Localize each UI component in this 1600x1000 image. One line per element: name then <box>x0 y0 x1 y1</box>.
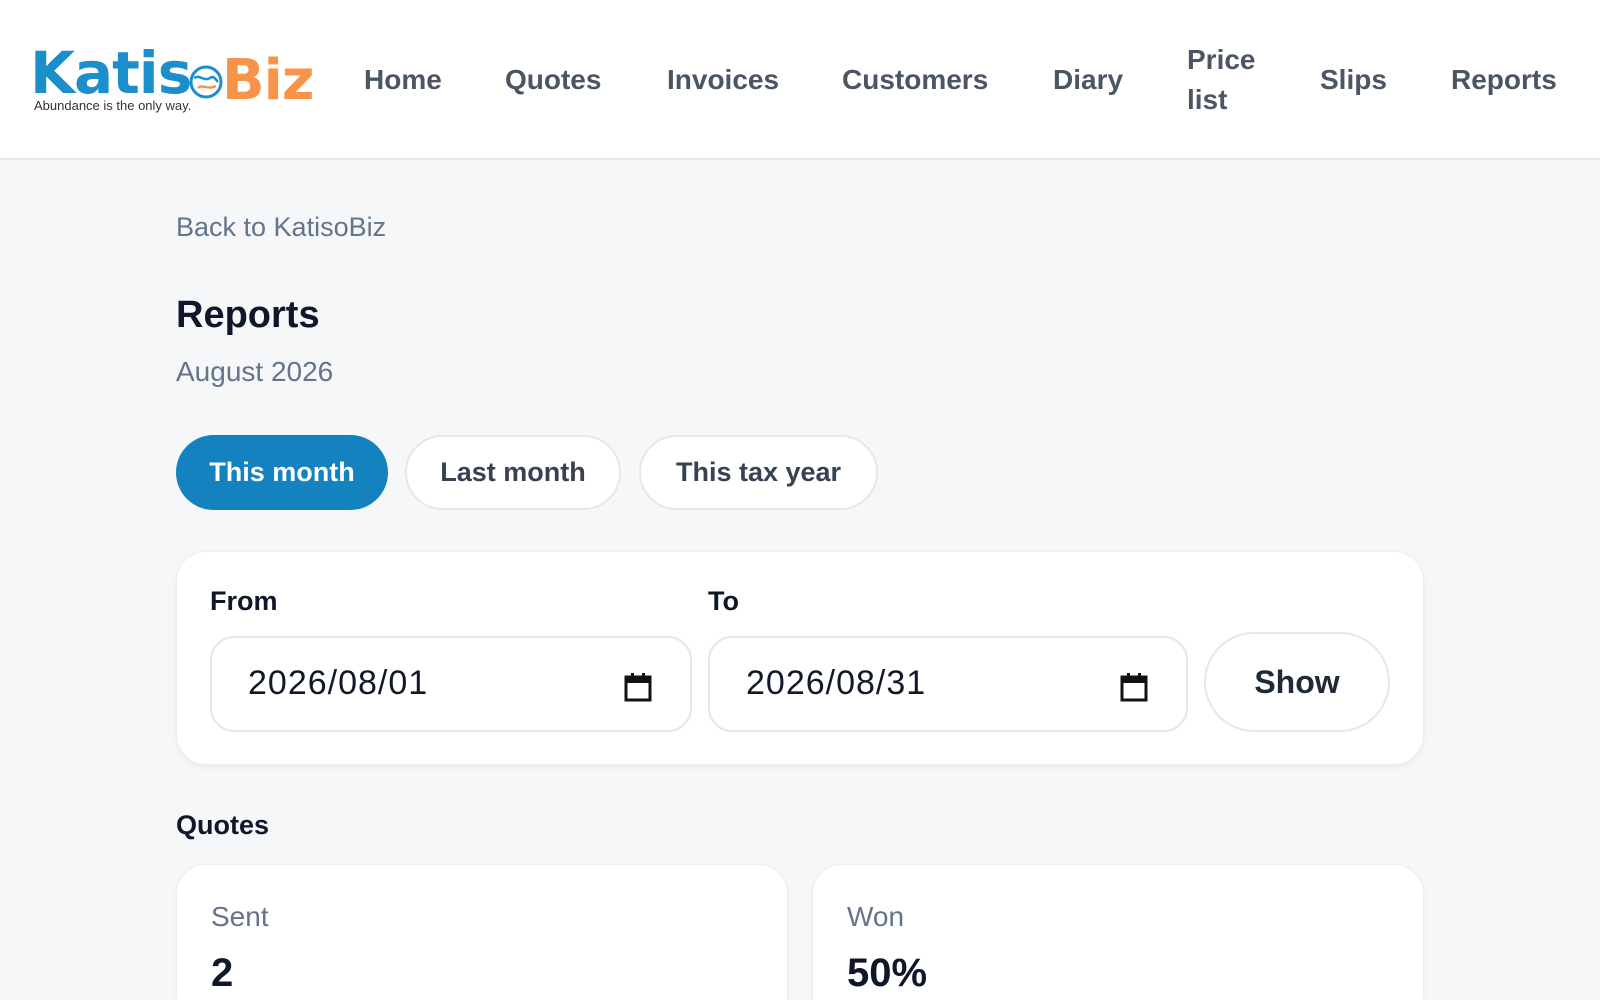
sent-value: 2 <box>211 951 234 995</box>
last-month-button[interactable]: Last month <box>405 435 621 510</box>
won-label: Won <box>847 901 905 932</box>
calendar-icon[interactable] <box>624 672 652 702</box>
quotes-won-card: Won 50% <box>812 864 1424 1000</box>
nav-quotes[interactable]: Quotes <box>505 60 601 100</box>
sent-label: Sent <box>211 901 269 932</box>
to-label: To <box>708 586 739 616</box>
to-date-input[interactable]: 2026/08/31 <box>708 636 1188 732</box>
to-date-value: 2026/08/31 <box>746 664 927 702</box>
main-nav: Home Quotes Invoices Customers Diary Pri… <box>0 0 1600 160</box>
page-title: Reports <box>176 294 320 336</box>
nav-invoices[interactable]: Invoices <box>667 60 779 100</box>
nav-customers[interactable]: Customers <box>842 60 988 100</box>
nav-diary[interactable]: Diary <box>1053 60 1123 100</box>
nav-slips[interactable]: Slips <box>1320 60 1387 100</box>
won-value: 50% <box>847 951 928 995</box>
quotes-sent-card: Sent 2 <box>176 864 788 1000</box>
period-subtitle: August 2026 <box>176 356 334 387</box>
back-link[interactable]: Back to KatisoBiz <box>176 212 386 243</box>
this-tax-year-button[interactable]: This tax year <box>639 435 878 510</box>
nav-home[interactable]: Home <box>364 60 442 100</box>
from-date-value: 2026/08/01 <box>248 664 429 702</box>
this-month-button[interactable]: This month <box>176 435 388 510</box>
show-button[interactable]: Show <box>1204 632 1390 732</box>
from-label: From <box>210 586 278 616</box>
nav-reports[interactable]: Reports <box>1451 60 1557 100</box>
from-date-input[interactable]: 2026/08/01 <box>210 636 692 732</box>
top-navigation-bar: Katis Biz Abundance is the only way. Hom… <box>0 0 1600 160</box>
nav-price-list-line1[interactable]: Price <box>1187 40 1256 80</box>
calendar-icon[interactable] <box>1120 672 1148 702</box>
quotes-section-title: Quotes <box>176 810 270 840</box>
nav-price-list-line2[interactable]: list <box>1187 80 1227 120</box>
